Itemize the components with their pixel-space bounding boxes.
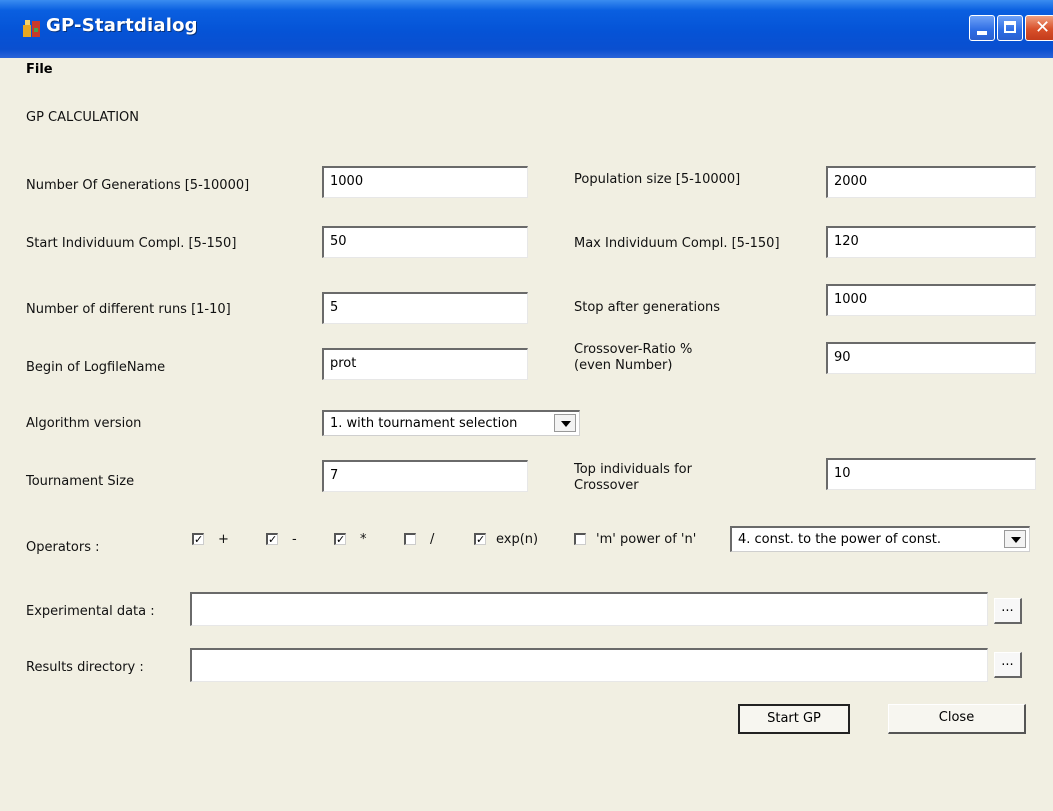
operator-minus-checkbox[interactable]: ✓ [266, 533, 278, 545]
operator-multiply-label: * [360, 532, 367, 547]
operator-divide-label: / [430, 532, 435, 547]
close-window-button[interactable]: ✕ [1025, 15, 1053, 41]
max-compl-label: Max Individuum Compl. [5-150] [574, 236, 780, 251]
crossover-ratio-label: Crossover-Ratio % (even Number) [574, 342, 692, 374]
app-icon [23, 20, 40, 37]
top-individuals-label: Top individuals for Crossover [574, 462, 692, 494]
start-compl-input[interactable]: 50 [322, 226, 528, 258]
start-gp-button[interactable]: Start GP [738, 704, 850, 734]
maximize-icon [1004, 21, 1016, 33]
stop-after-label: Stop after generations [574, 300, 721, 315]
generations-input[interactable]: 1000 [322, 166, 528, 198]
runs-label: Number of different runs [1-10] [26, 302, 231, 317]
top-individuals-label-line2: Crossover [574, 478, 639, 493]
operator-exp-label: exp(n) [496, 532, 539, 547]
logfile-label: Begin of LogfileName [26, 360, 166, 375]
close-button[interactable]: Close [888, 704, 1026, 734]
operator-multiply-checkbox[interactable]: ✓ [334, 533, 346, 545]
operator-minus-label: - [292, 532, 297, 547]
crossover-ratio-label-line2: (even Number) [574, 358, 673, 373]
max-compl-input[interactable]: 120 [826, 226, 1036, 258]
algorithm-select[interactable]: 1. with tournament selection [322, 410, 580, 436]
experimental-data-label: Experimental data : [26, 604, 155, 619]
operator-power-checkbox[interactable] [574, 533, 586, 545]
title-bar[interactable]: GP-Startdialog ✕ [0, 0, 1053, 58]
minimize-icon [977, 31, 987, 35]
generations-label: Number Of Generations [5-10000] [26, 178, 250, 193]
operator-plus-checkbox[interactable]: ✓ [192, 533, 204, 545]
top-individuals-label-line1: Top individuals for [574, 462, 692, 477]
stop-after-input[interactable]: 1000 [826, 284, 1036, 316]
gp-startdialog-window: GP-Startdialog ✕ File GP CALCULATION Num… [0, 0, 1053, 811]
experimental-data-browse-button[interactable]: ... [994, 598, 1022, 624]
experimental-data-input[interactable] [190, 592, 988, 626]
maximize-button[interactable] [997, 15, 1023, 41]
algorithm-selected-value: 1. with tournament selection [330, 416, 518, 431]
menu-file[interactable]: File [26, 62, 53, 77]
chevron-down-icon[interactable] [554, 414, 576, 432]
tournament-input[interactable]: 7 [322, 460, 528, 492]
power-option-selected-value: 4. const. to the power of const. [738, 532, 941, 547]
top-individuals-input[interactable]: 10 [826, 458, 1036, 490]
operator-divide-checkbox[interactable] [404, 533, 416, 545]
chevron-down-icon[interactable] [1004, 530, 1026, 548]
operator-power-label: 'm' power of 'n' [596, 532, 697, 547]
algorithm-label: Algorithm version [26, 416, 142, 431]
runs-input[interactable]: 5 [322, 292, 528, 324]
minimize-button[interactable] [969, 15, 995, 41]
results-directory-browse-button[interactable]: ... [994, 652, 1022, 678]
population-input[interactable]: 2000 [826, 166, 1036, 198]
operator-plus-label: + [218, 532, 229, 547]
logfile-input[interactable]: prot [322, 348, 528, 380]
operator-exp-checkbox[interactable]: ✓ [474, 533, 486, 545]
crossover-ratio-input[interactable]: 90 [826, 342, 1036, 374]
results-directory-input[interactable] [190, 648, 988, 682]
crossover-ratio-label-line1: Crossover-Ratio % [574, 342, 693, 357]
results-directory-label: Results directory : [26, 660, 144, 675]
operators-label: Operators : [26, 540, 100, 555]
close-icon: ✕ [1035, 17, 1051, 38]
section-title: GP CALCULATION [26, 110, 140, 125]
tournament-label: Tournament Size [26, 474, 135, 489]
power-option-select[interactable]: 4. const. to the power of const. [730, 526, 1030, 552]
menu-bar [0, 58, 1053, 82]
window-title: GP-Startdialog [46, 15, 198, 36]
population-label: Population size [5-10000] [574, 172, 741, 187]
start-compl-label: Start Individuum Compl. [5-150] [26, 236, 237, 251]
